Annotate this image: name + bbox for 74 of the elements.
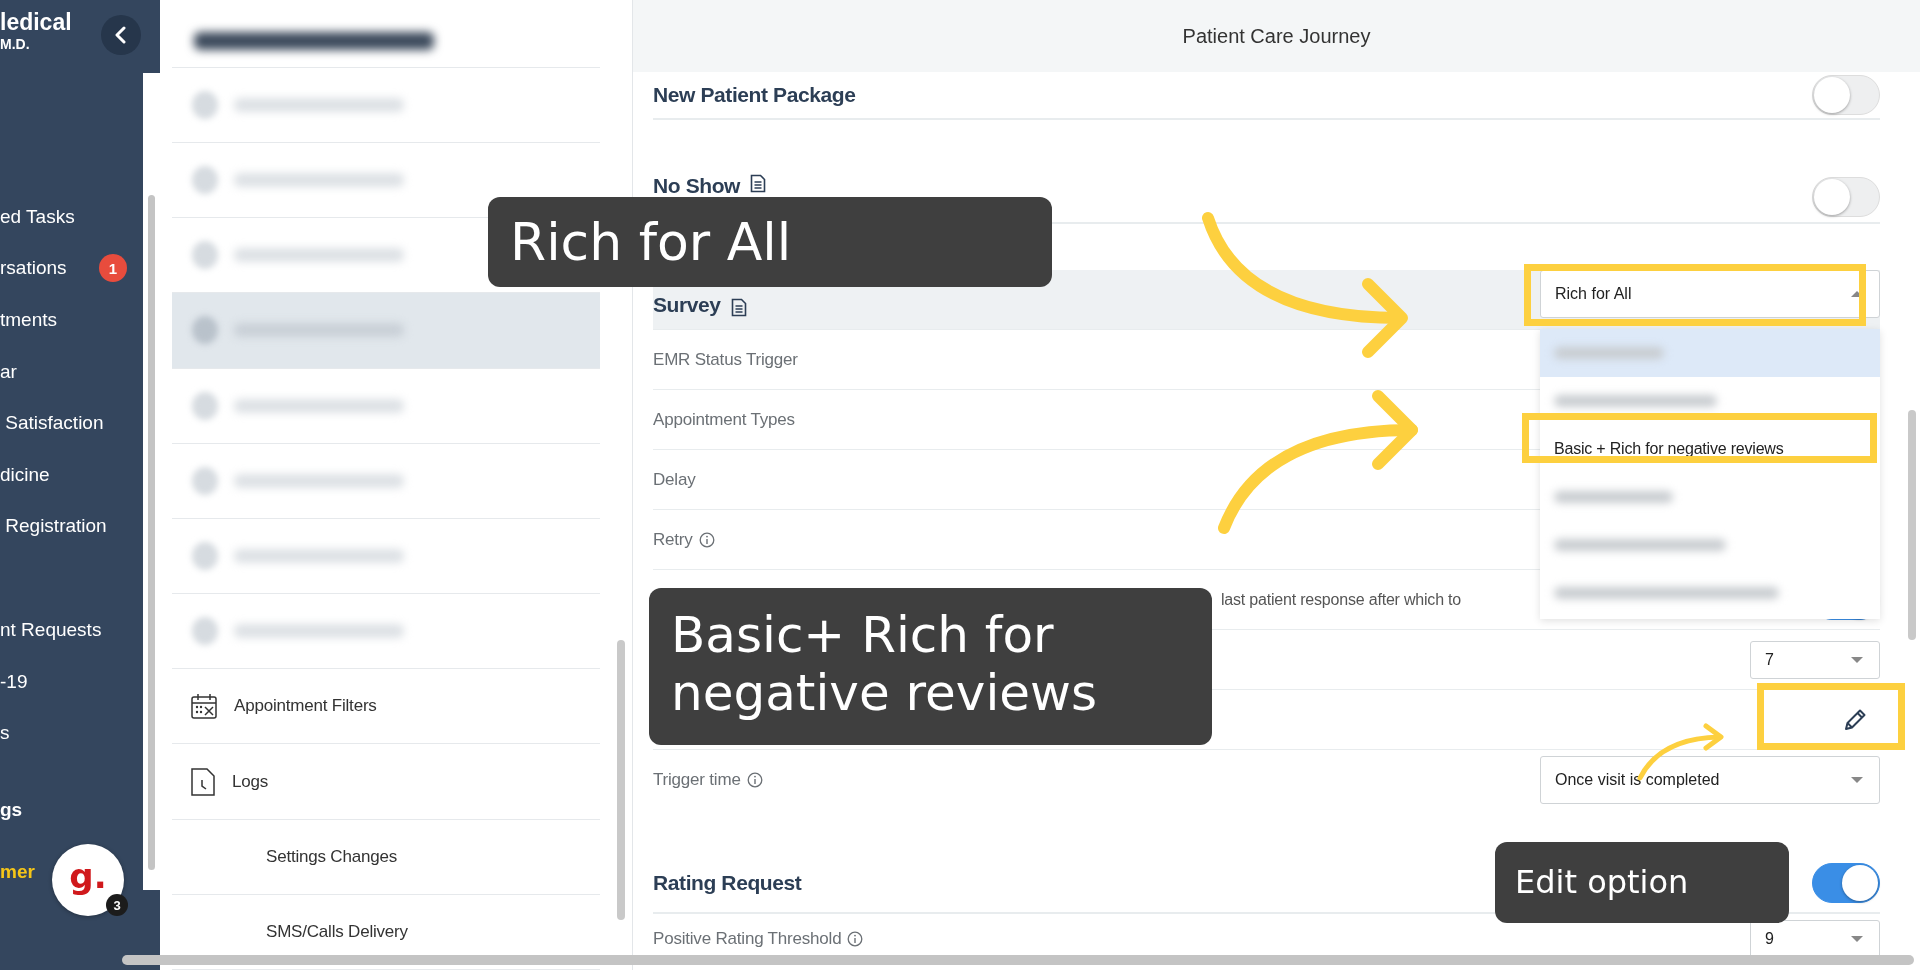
scrollbar[interactable]: [122, 955, 1914, 965]
nav-item[interactable]: nt Requests: [0, 618, 102, 641]
dropdown-select[interactable]: Rich for All: [1540, 269, 1880, 318]
menu-item[interactable]: Settings Changes: [266, 846, 397, 867]
blurred-icon: [192, 391, 218, 420]
document-icon: [190, 766, 216, 797]
field-label: Positive Rating Threshold: [653, 928, 842, 949]
document-icon[interactable]: [750, 174, 767, 193]
nav-item[interactable]: dicine: [0, 463, 50, 486]
dropdown-select[interactable]: Once visit is completed: [1540, 756, 1880, 804]
dropdown-option[interactable]: Basic + Rich for negative reviews: [1554, 440, 1784, 458]
section-title: New Patient Package: [653, 83, 856, 107]
scrollbar[interactable]: [617, 640, 625, 920]
nav-link[interactable]: mer: [0, 860, 35, 883]
nav-item[interactable]: tments: [0, 309, 58, 331]
info-icon[interactable]: [698, 531, 715, 548]
menu-item[interactable]: Logs: [232, 771, 269, 792]
nav-section-label: gs: [0, 798, 23, 821]
blurred-menu-item[interactable]: [234, 473, 404, 488]
blurred-option[interactable]: [1554, 395, 1717, 407]
calendar-icon: [190, 692, 218, 721]
blurred-icon: [192, 541, 218, 570]
blurred-menu-item[interactable]: [234, 173, 404, 188]
section-title: Survey: [653, 293, 721, 317]
blurred-option[interactable]: [1554, 539, 1726, 551]
section-title: Rating Request: [653, 871, 802, 895]
blurred-icon: [192, 90, 218, 119]
help-text: last patient response after which to: [1221, 590, 1462, 609]
collapse-button[interactable]: [101, 15, 141, 55]
blurred-icon: [192, 316, 218, 345]
blurred-menu-item[interactable]: [234, 97, 404, 112]
page-title: Patient Care Journey: [1182, 24, 1371, 48]
blurred-menu-item[interactable]: [234, 248, 404, 263]
brand-name: ledical: [0, 8, 72, 36]
info-icon[interactable]: [847, 930, 864, 947]
annotation-callout: Edit option: [1495, 842, 1789, 923]
blurred-icon: [192, 617, 218, 646]
blurred-option[interactable]: [1554, 491, 1673, 503]
blurred-icon: [192, 466, 218, 495]
field-label: Retry: [653, 529, 693, 550]
blurred-menu-item[interactable]: [234, 624, 404, 639]
menu-item[interactable]: SMS/Calls Delivery: [266, 921, 408, 942]
count-badge: 1: [99, 254, 127, 283]
blurred-option[interactable]: [1554, 587, 1779, 599]
nav-item[interactable]: Satisfaction: [0, 412, 104, 435]
nav-item[interactable]: Registration: [0, 515, 107, 538]
annotation-callout: Rich for All: [488, 197, 1052, 287]
dropdown-select[interactable]: 7: [1750, 640, 1880, 679]
menu-item[interactable]: Appointment Filters: [234, 696, 377, 717]
nav-item[interactable]: -19: [0, 670, 28, 693]
scrollbar[interactable]: [1908, 410, 1916, 640]
count-badge: 3: [106, 894, 128, 916]
dropdown-select[interactable]: 9: [1750, 919, 1880, 958]
blurred-menu-item[interactable]: [234, 548, 404, 563]
chevron-left-icon: [114, 26, 128, 44]
blurred-icon: [192, 241, 218, 270]
field-label: Appointment Types: [653, 409, 795, 430]
scrollbar[interactable]: [148, 195, 155, 870]
field-label: Trigger time: [653, 770, 741, 790]
field-label: Delay: [653, 469, 696, 490]
toggle-switch[interactable]: [1812, 863, 1880, 903]
brand-subtitle: M.D.: [0, 36, 30, 52]
nav-item[interactable]: rsations: [0, 257, 67, 280]
section-title: No Show: [653, 174, 741, 198]
nav-item[interactable]: s: [0, 722, 10, 745]
info-icon[interactable]: [746, 772, 763, 788]
annotation-callout: Basic+ Rich for negative reviews: [649, 588, 1212, 745]
field-label: EMR Status Trigger: [653, 349, 798, 370]
nav-item[interactable]: ar: [0, 360, 17, 383]
blurred-menu-item[interactable]: [234, 398, 404, 413]
nav-item[interactable]: ed Tasks: [0, 205, 75, 228]
document-icon[interactable]: [730, 298, 747, 317]
blurred-icon: [192, 166, 218, 195]
blurred-option[interactable]: [1554, 347, 1664, 359]
